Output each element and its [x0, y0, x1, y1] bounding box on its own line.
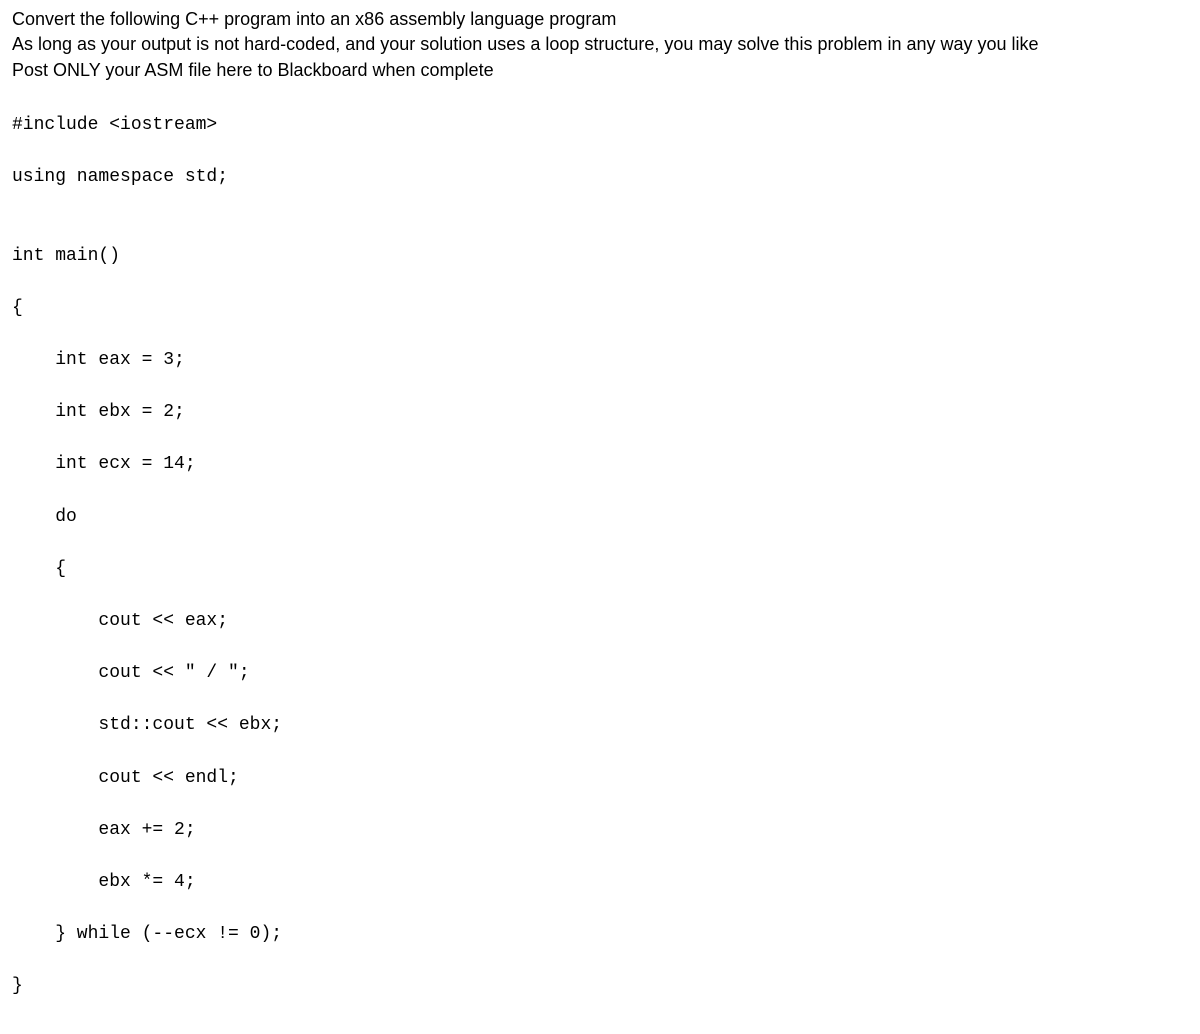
code-line: #include <iostream>	[12, 112, 1188, 138]
code-line: do	[12, 504, 1188, 530]
code-block: #include <iostream> using namespace std;…	[12, 86, 1188, 1025]
code-line: using namespace std;	[12, 164, 1188, 190]
code-line: }	[12, 973, 1188, 999]
instruction-line-1: Convert the following C++ program into a…	[12, 8, 1188, 31]
instruction-line-2: As long as your output is not hard-coded…	[12, 33, 1188, 56]
code-line: eax += 2;	[12, 817, 1188, 843]
code-line: {	[12, 295, 1188, 321]
code-line: cout << eax;	[12, 608, 1188, 634]
code-line: } while (--ecx != 0);	[12, 921, 1188, 947]
code-line: int ebx = 2;	[12, 399, 1188, 425]
code-line: cout << endl;	[12, 765, 1188, 791]
instruction-line-3: Post ONLY your ASM file here to Blackboa…	[12, 59, 1188, 82]
code-line: int ecx = 14;	[12, 451, 1188, 477]
code-line: int main()	[12, 243, 1188, 269]
code-line: ebx *= 4;	[12, 869, 1188, 895]
code-line: {	[12, 556, 1188, 582]
code-line: int eax = 3;	[12, 347, 1188, 373]
code-line: std::cout << ebx;	[12, 712, 1188, 738]
code-line: cout << " / ";	[12, 660, 1188, 686]
